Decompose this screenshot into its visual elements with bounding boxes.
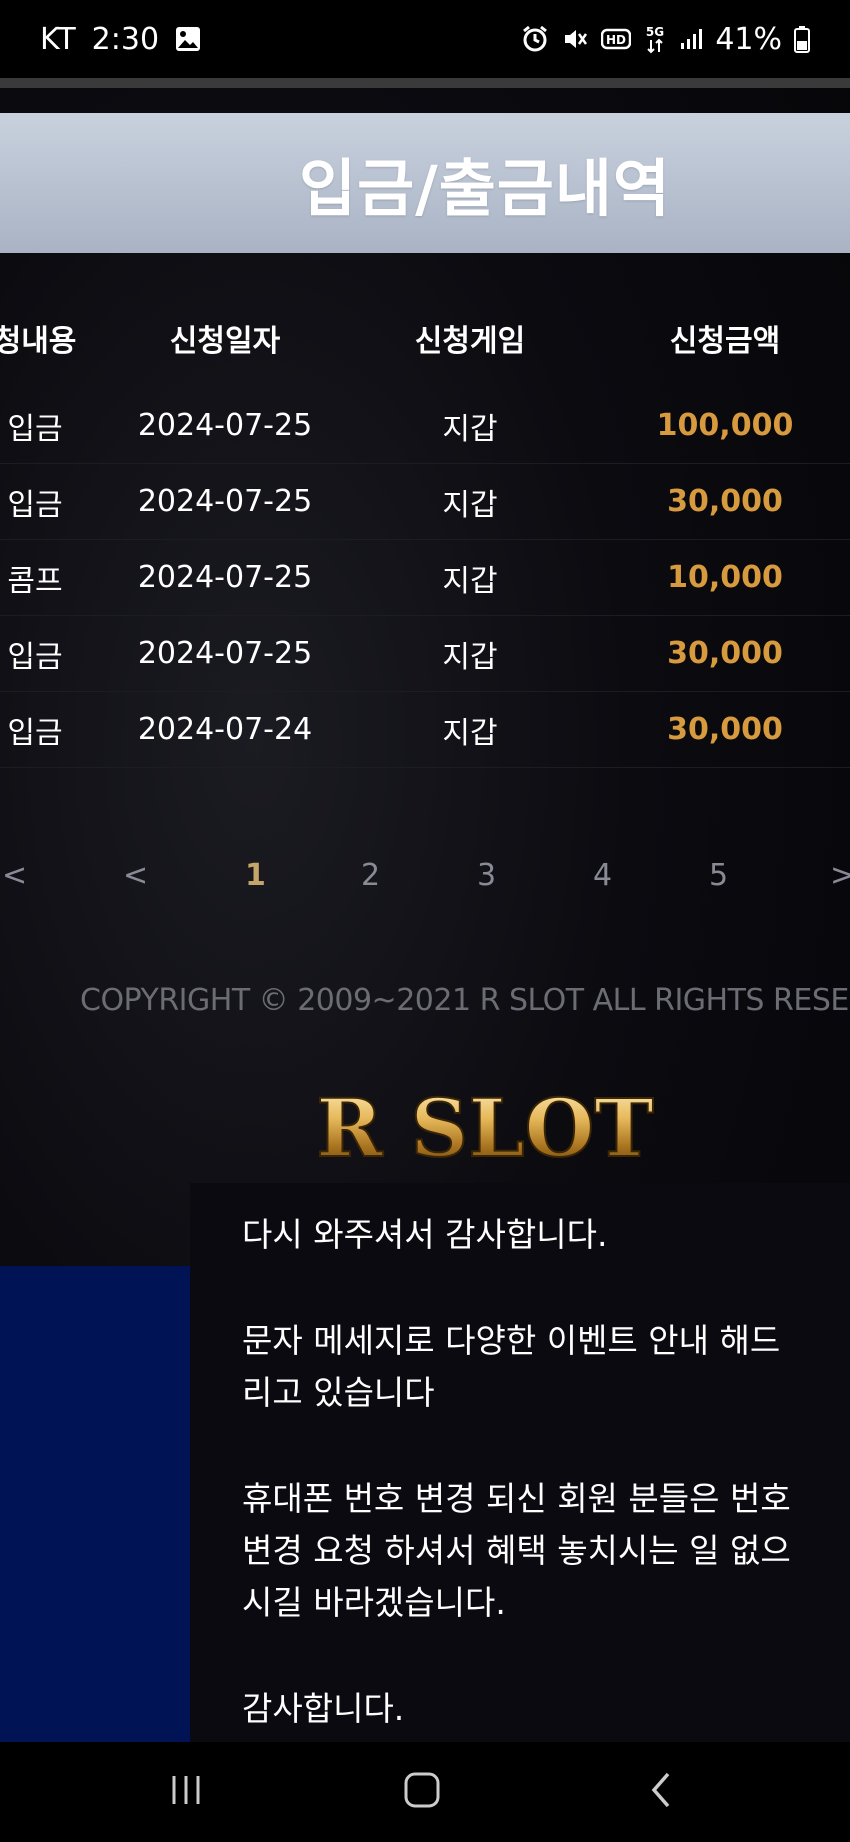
status-bar: KT 2:30 HD 5G 41% <box>0 0 850 78</box>
table-row: 입금 2024-07-25 지갑 30,000 <box>0 616 850 692</box>
top-divider <box>0 78 850 88</box>
home-icon[interactable] <box>402 1770 442 1814</box>
cell-game: 지갑 <box>442 715 498 751</box>
battery-icon <box>794 25 810 53</box>
pagination: < < 1 2 3 4 5 > <box>0 848 850 908</box>
svg-text:HD: HD <box>606 33 626 47</box>
cell-type: 콤프 <box>7 563 63 599</box>
cell-amount: 10,000 <box>667 560 783 595</box>
cell-amount: 100,000 <box>656 408 794 443</box>
message-line: 감사합니다. <box>242 1689 405 1728</box>
cell-date: 2024-07-25 <box>137 408 313 443</box>
cell-amount: 30,000 <box>667 712 783 747</box>
clock: 2:30 <box>91 21 160 57</box>
message-line: 변경 요청 하셔서 혜택 놓치시는 일 없으 <box>242 1531 791 1570</box>
table-row: 입금 2024-07-25 지갑 100,000 <box>0 388 850 464</box>
side-panel <box>0 1266 190 1742</box>
carrier-label: KT <box>40 21 76 57</box>
message-line: 휴대폰 번호 변경 되신 회원 분들은 번호 <box>242 1479 791 1518</box>
back-icon[interactable] <box>642 1770 682 1814</box>
cell-amount: 30,000 <box>667 484 783 519</box>
pagination-prev[interactable]: < <box>123 858 148 893</box>
message-line: 시길 바라겠습니다. <box>242 1583 506 1622</box>
message-line: 다시 와주셔서 감사합니다. <box>242 1215 608 1254</box>
alarm-icon <box>521 25 549 53</box>
copyright-text: COPYRIGHT © 2009~2021 R SLOT ALL RIGHTS … <box>80 983 850 1018</box>
cell-type: 입금 <box>7 639 63 675</box>
table-row: 콤프 2024-07-25 지갑 10,000 <box>0 540 850 616</box>
recent-apps-icon[interactable] <box>166 1770 206 1814</box>
hd-icon: HD <box>601 27 632 51</box>
cell-game: 지갑 <box>442 639 498 675</box>
image-icon <box>175 26 201 52</box>
rslot-logo: R SLOT <box>315 1078 655 1182</box>
page-link-3[interactable]: 3 <box>477 858 496 893</box>
cell-date: 2024-07-25 <box>137 484 313 519</box>
pagination-first[interactable]: < <box>2 858 27 893</box>
cell-game: 지갑 <box>442 563 498 599</box>
mute-icon <box>561 25 589 53</box>
pagination-next[interactable]: > <box>830 858 850 893</box>
5g-icon: 5G <box>643 24 667 54</box>
cell-date: 2024-07-24 <box>137 712 313 747</box>
cell-type: 입금 <box>7 411 63 447</box>
message-line: 문자 메세지로 다양한 이벤트 안내 해드 <box>242 1321 781 1360</box>
cell-game: 지갑 <box>442 487 498 523</box>
table-row: 입금 2024-07-24 지갑 30,000 <box>0 692 850 768</box>
cell-type: 입금 <box>7 715 63 751</box>
history-table: 청내용 신청일자 신청게임 신청금액 입금 2024-07-25 지갑 100,… <box>0 288 850 768</box>
cell-type: 입금 <box>7 487 63 523</box>
navigation-bar <box>0 1742 850 1842</box>
page-link-2[interactable]: 2 <box>361 858 380 893</box>
cell-amount: 30,000 <box>667 636 783 671</box>
column-header-amount: 신청금액 <box>669 324 781 359</box>
notice-message: 다시 와주셔서 감사합니다. 문자 메세지로 다양한 이벤트 안내 해드 리고 … <box>190 1183 850 1742</box>
column-header-game: 신청게임 <box>414 324 526 359</box>
message-line: 리고 있습니다 <box>242 1373 435 1412</box>
page-title: 입금/출금내역 <box>299 152 671 225</box>
table-header: 청내용 신청일자 신청게임 신청금액 <box>0 288 850 388</box>
cell-date: 2024-07-25 <box>137 636 313 671</box>
page-content: 입금/출금내역 청내용 신청일자 신청게임 신청금액 입금 2024-07-25… <box>0 78 850 1742</box>
column-header-date: 신청일자 <box>169 324 281 359</box>
cell-date: 2024-07-25 <box>137 560 313 595</box>
svg-text:R SLOT: R SLOT <box>316 1081 654 1175</box>
column-header-type: 청내용 <box>0 324 77 359</box>
page-link-4[interactable]: 4 <box>593 858 612 893</box>
page-link-5[interactable]: 5 <box>709 858 728 893</box>
cell-game: 지갑 <box>442 411 498 447</box>
signal-icon <box>679 27 703 51</box>
svg-text:5G: 5G <box>646 25 664 39</box>
title-banner: 입금/출금내역 <box>0 113 850 253</box>
page-link-1[interactable]: 1 <box>245 858 266 893</box>
table-row: 입금 2024-07-25 지갑 30,000 <box>0 464 850 540</box>
battery-percent: 41% <box>715 21 782 57</box>
